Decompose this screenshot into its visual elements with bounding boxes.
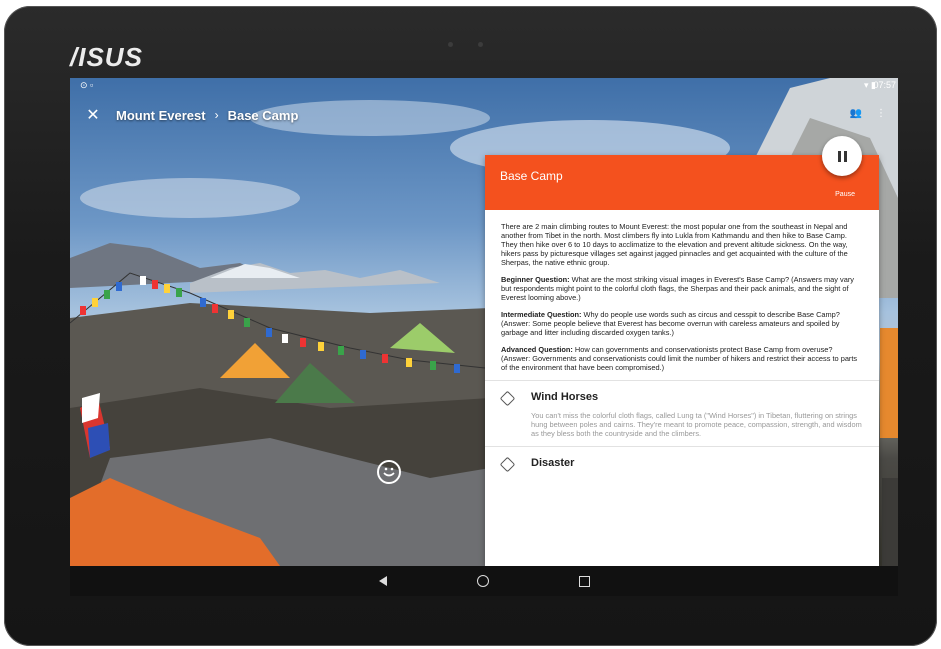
recent-apps-icon[interactable] — [578, 575, 590, 587]
people-icon[interactable]: 👥 — [850, 108, 862, 119]
diamond-marker-icon — [499, 456, 516, 473]
panel-header: Base Camp Pause — [485, 155, 879, 210]
chevron-right-icon: › — [214, 108, 219, 122]
pause-icon-bar — [843, 150, 847, 162]
list-item-wind-horses[interactable]: Wind Horses You can't miss the colorful … — [485, 380, 879, 446]
breadcrumb-current: Base Camp — [227, 107, 299, 123]
list-item-disaster[interactable]: Disaster — [485, 446, 879, 477]
diamond-marker-icon — [499, 390, 516, 407]
intro-text: There are 2 main climbing routes to Moun… — [501, 222, 848, 267]
smiley-icon[interactable] — [377, 460, 401, 484]
question-label: Beginner Question: — [501, 275, 570, 284]
android-nav-bar — [70, 566, 898, 596]
item-title: Disaster — [531, 457, 575, 469]
sensor-dot — [478, 42, 483, 47]
home-icon[interactable] — [476, 575, 489, 587]
pause-icon — [837, 150, 841, 162]
item-description: You can't miss the colorful cloth flags,… — [531, 411, 862, 438]
breadcrumb-root[interactable]: Mount Everest — [116, 108, 206, 123]
question-label: Intermediate Question: — [501, 310, 582, 319]
toolbar-actions: 👥 ⋮ — [850, 108, 886, 119]
pause-label: Pause — [835, 191, 855, 198]
camera-dot — [448, 42, 453, 47]
panel-title: Base Camp — [500, 169, 563, 183]
advanced-question: Advanced Question: How can governments a… — [501, 345, 863, 372]
back-icon[interactable] — [378, 576, 387, 586]
smiley-face — [383, 467, 395, 477]
tablet-screen: ⊙ ▫ ▾ ▮ 07:57 ✕ Mount Everest › Base Cam… — [70, 78, 898, 596]
status-bar: ⊙ ▫ ▾ ▮ 07:57 — [70, 78, 898, 92]
more-options-icon[interactable]: ⋮ — [876, 108, 886, 119]
brand-logo: /ISUS — [70, 42, 143, 72]
intermediate-question: Intermediate Question: Why do people use… — [501, 310, 863, 337]
notification-icon: ⊙ ▫ — [80, 80, 94, 90]
close-icon[interactable]: ✕ — [70, 105, 116, 125]
info-panel: Base Camp Pause There are 2 main climbin… — [485, 155, 879, 566]
pause-button[interactable] — [822, 136, 862, 176]
status-time: 07:57 — [873, 80, 896, 90]
panel-text: There are 2 main climbing routes to Moun… — [485, 210, 879, 372]
breadcrumb: ✕ Mount Everest › Base Camp — [70, 102, 298, 128]
question-label: Advanced Question: — [501, 345, 573, 354]
item-title: Wind Horses — [531, 391, 599, 403]
beginner-question: Beginner Question: What are the most str… — [501, 275, 863, 302]
